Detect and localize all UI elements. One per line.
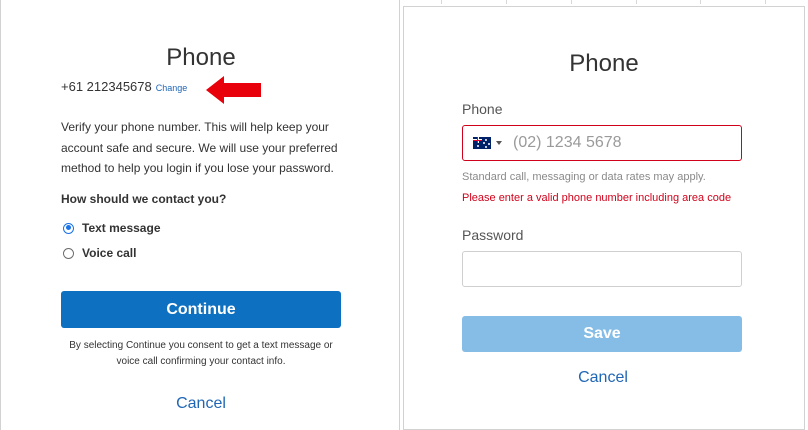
change-phone-link[interactable]: Change bbox=[156, 83, 188, 93]
password-field-label: Password bbox=[462, 227, 524, 243]
save-button[interactable]: Save bbox=[462, 316, 742, 352]
radio-unselected-icon[interactable] bbox=[63, 247, 74, 259]
country-dropdown-caret-icon[interactable] bbox=[496, 141, 502, 145]
radio-voice-call[interactable]: Voice call bbox=[63, 246, 136, 260]
dialog-title: Phone bbox=[166, 44, 236, 71]
phone-input-field[interactable] bbox=[462, 125, 742, 161]
verify-description: Verify your phone number. This will help… bbox=[61, 120, 338, 175]
password-input-field[interactable] bbox=[462, 251, 742, 287]
phone-number-input[interactable] bbox=[511, 133, 725, 153]
cancel-link[interactable]: Cancel bbox=[404, 369, 802, 387]
radio-label-text-message: Text message bbox=[82, 221, 161, 235]
red-arrow-annotation-icon bbox=[206, 76, 261, 104]
contact-question: How should we contact you? bbox=[61, 192, 227, 206]
phone-entry-dialog: Phone Phone Standard call, messaging or … bbox=[403, 6, 805, 430]
consent-text: By selecting Continue you consent to get… bbox=[69, 340, 333, 367]
current-phone-line: +61 212345678 Change bbox=[61, 79, 187, 94]
rates-note: Standard call, messaging or data rates m… bbox=[462, 171, 706, 183]
radio-selected-icon[interactable] bbox=[63, 222, 74, 234]
cancel-link[interactable]: Cancel bbox=[1, 395, 401, 413]
radio-text-message[interactable]: Text message bbox=[63, 221, 161, 235]
current-phone-number: +61 212345678 bbox=[61, 79, 152, 94]
australia-flag-icon[interactable] bbox=[473, 137, 491, 149]
phone-field-label: Phone bbox=[462, 101, 503, 117]
dialog-title: Phone bbox=[569, 50, 639, 77]
phone-error-message: Please enter a valid phone number includ… bbox=[462, 192, 732, 204]
password-input[interactable] bbox=[471, 252, 735, 286]
phone-verify-dialog: Phone +61 212345678 Change Verify your ph… bbox=[0, 0, 400, 430]
continue-button[interactable]: Continue bbox=[61, 291, 341, 328]
radio-label-voice-call: Voice call bbox=[82, 246, 137, 260]
